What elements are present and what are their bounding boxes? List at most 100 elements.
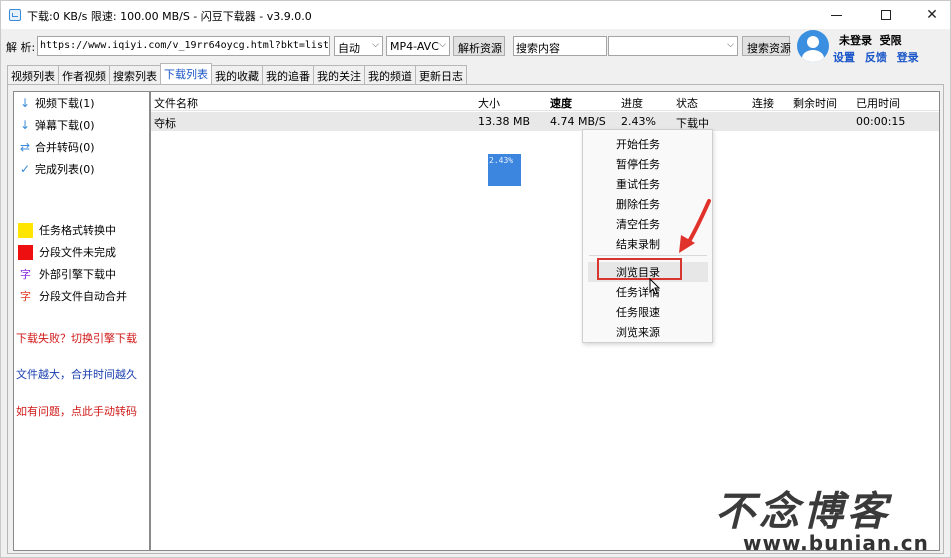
legend-glyph: 字 xyxy=(20,268,31,281)
minimize-icon xyxy=(830,14,842,16)
sidebar-item-video-download[interactable]: ↓ 视频下载(1) xyxy=(18,95,95,111)
col-speed[interactable]: 速度 xyxy=(550,95,572,111)
legend-glyph: 字 xyxy=(20,290,31,303)
menu-retry-task[interactable]: 重试任务 xyxy=(616,176,660,192)
minimize-button[interactable] xyxy=(813,1,859,29)
search-combo[interactable]: ⌵ xyxy=(608,36,738,56)
legend-label: 外部引擎下载中 xyxy=(39,268,116,281)
maximize-button[interactable] xyxy=(863,1,909,29)
cell-speed: 4.74 MB/S xyxy=(550,115,606,128)
account-links: 设置 反馈 登录 xyxy=(833,49,925,65)
format-select[interactable]: MP4-AVC ⌵ xyxy=(386,36,450,56)
menu-stop-recording[interactable]: 结束录制 xyxy=(616,236,660,252)
sidebar-item-danmaku-download[interactable]: ↓ 弹幕下载(0) xyxy=(18,117,95,133)
list-header: 文件名称 大小 速度 进度 状态 连接 剩余时间 已用时间 xyxy=(151,92,939,111)
legend-auto-merge: 字 分段文件自动合并 xyxy=(18,288,127,304)
col-status[interactable]: 状态 xyxy=(676,95,698,111)
sidebar: ↓ 视频下载(1) ↓ 弹幕下载(0) ⇄ 合并转码(0) ✓ 完成列表(0) … xyxy=(13,91,150,551)
quality-value: 自动 xyxy=(338,42,360,55)
cell-progress: 2.43% xyxy=(621,115,656,128)
user-icon-body xyxy=(802,50,824,62)
col-filename[interactable]: 文件名称 xyxy=(154,95,198,111)
legend-label: 分段文件未完成 xyxy=(39,246,116,259)
parse-resource-button[interactable]: 解析资源 xyxy=(453,36,505,56)
col-connections[interactable]: 连接 xyxy=(752,95,774,111)
manual-transcode-link[interactable]: 如有问题，点此手动转码 xyxy=(16,403,137,419)
progress-overlay: 2.43% xyxy=(488,154,521,186)
tab-changelog[interactable]: 更新日志 xyxy=(415,65,467,84)
account-status: 未登录 受限 xyxy=(839,32,902,48)
title-bar: 下载:0 KB/s 限速: 100.00 MB/S - 闪豆下载器 - v3.9… xyxy=(1,1,950,29)
close-icon: ✕ xyxy=(926,7,938,23)
close-button[interactable]: ✕ xyxy=(909,1,951,29)
menu-delete-task[interactable]: 删除任务 xyxy=(616,196,660,212)
chevron-down-icon: ⌵ xyxy=(372,40,379,50)
tab-my-channels[interactable]: 我的频道 xyxy=(364,65,416,84)
login-link[interactable]: 登录 xyxy=(897,51,919,64)
download-arrow-icon: ↓ xyxy=(19,118,31,132)
col-elapsed[interactable]: 已用时间 xyxy=(856,95,900,111)
cell-size: 13.38 MB xyxy=(478,115,531,128)
chevron-down-icon: ⌵ xyxy=(727,40,734,50)
menu-pause-task[interactable]: 暂停任务 xyxy=(616,156,660,172)
quality-select[interactable]: 自动 ⌵ xyxy=(334,36,383,56)
maximize-icon xyxy=(881,10,891,20)
legend-incomplete: 分段文件未完成 xyxy=(18,244,116,260)
tab-video-list[interactable]: 视频列表 xyxy=(7,65,59,84)
parse-label: 解 析: xyxy=(6,41,36,54)
checkmark-icon: ✓ xyxy=(19,162,31,176)
menu-clear-tasks[interactable]: 清空任务 xyxy=(616,216,660,232)
tab-search-list[interactable]: 搜索列表 xyxy=(109,65,161,84)
menu-start-task[interactable]: 开始任务 xyxy=(616,136,660,152)
settings-link[interactable]: 设置 xyxy=(833,51,855,64)
legend-swatch-yellow xyxy=(18,222,33,238)
mouse-cursor-icon xyxy=(649,277,661,295)
sidebar-item-label: 弹幕下载(0) xyxy=(35,119,95,132)
download-arrow-icon: ↓ xyxy=(19,96,31,110)
legend-external-engine: 字 外部引擎下载中 xyxy=(18,266,116,282)
switch-engine-link[interactable]: 下载失败？切换引擎下载 xyxy=(16,330,137,346)
url-input[interactable]: https://www.iqiyi.com/v_19rr64oycg.html?… xyxy=(37,36,330,56)
col-size[interactable]: 大小 xyxy=(478,95,500,111)
tab-author-videos[interactable]: 作者视频 xyxy=(58,65,110,84)
legend-label: 任务格式转换中 xyxy=(39,224,116,237)
table-row[interactable]: 夺标 13.38 MB 4.74 MB/S 2.43% 下载中 00:00:15 xyxy=(151,112,939,131)
legend-swatch-red xyxy=(18,244,33,260)
legend-converting: 任务格式转换中 xyxy=(18,222,116,238)
login-status: 未登录 xyxy=(839,34,872,47)
menu-separator xyxy=(589,255,707,256)
sidebar-item-label: 完成列表(0) xyxy=(35,163,95,176)
user-icon xyxy=(807,36,819,48)
col-progress[interactable]: 进度 xyxy=(621,95,643,111)
tab-my-anime[interactable]: 我的追番 xyxy=(262,65,314,84)
format-value: MP4-AVC xyxy=(390,40,439,53)
tab-my-favorites[interactable]: 我的收藏 xyxy=(211,65,263,84)
app-logo-icon xyxy=(9,9,21,21)
highlight-box xyxy=(597,258,682,280)
window-title: 下载:0 KB/s 限速: 100.00 MB/S - 闪豆下载器 - v3.9… xyxy=(27,10,312,23)
chevron-down-icon: ⌵ xyxy=(439,40,446,50)
menu-browse-source[interactable]: 浏览来源 xyxy=(616,324,660,340)
sidebar-item-merge-transcode[interactable]: ⇄ 合并转码(0) xyxy=(18,139,95,155)
col-remaining[interactable]: 剩余时间 xyxy=(793,95,837,111)
merge-time-note: 文件越大，合并时间越久 xyxy=(16,368,137,381)
search-resource-button[interactable]: 搜索资源 xyxy=(742,36,791,56)
watermark-brand: 不念博客 xyxy=(715,489,891,535)
legend-label: 分段文件自动合并 xyxy=(39,290,127,303)
search-input[interactable]: 搜索内容 xyxy=(513,36,607,56)
tab-download-list[interactable]: 下载列表 xyxy=(160,63,212,84)
feedback-link[interactable]: 反馈 xyxy=(865,51,887,64)
merge-arrows-icon: ⇄ xyxy=(19,140,31,154)
cell-filename: 夺标 xyxy=(154,117,176,130)
tab-bar: 视频列表 作者视频 搜索列表 下载列表 我的收藏 我的追番 我的关注 我的频道 … xyxy=(7,63,467,84)
sidebar-item-completed[interactable]: ✓ 完成列表(0) xyxy=(18,161,95,177)
watermark-url: www.bunian.cn xyxy=(743,531,929,555)
red-arrow-icon xyxy=(679,199,711,253)
avatar[interactable] xyxy=(797,30,829,62)
sidebar-item-label: 合并转码(0) xyxy=(35,141,95,154)
cell-elapsed: 00:00:15 xyxy=(856,115,906,128)
privilege-status: 受限 xyxy=(879,34,902,47)
tab-my-follows[interactable]: 我的关注 xyxy=(313,65,365,84)
sidebar-item-label: 视频下载(1) xyxy=(35,97,95,110)
menu-task-speed-limit[interactable]: 任务限速 xyxy=(616,304,660,320)
